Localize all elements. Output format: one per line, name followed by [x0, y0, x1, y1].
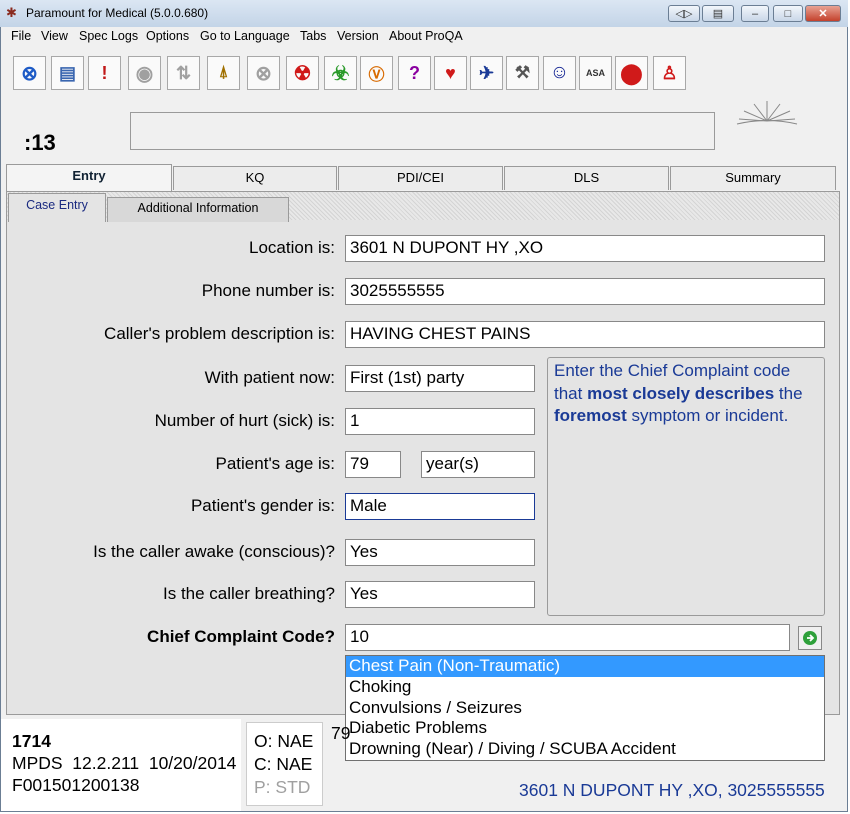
- file-number: F001501200138: [12, 775, 140, 795]
- hurt-count-field[interactable]: 1: [345, 408, 535, 435]
- chief-complaint-label: Chief Complaint Code?: [147, 627, 335, 646]
- problem-label: Caller's problem description is:: [104, 324, 335, 343]
- tab-entry[interactable]: Entry: [6, 164, 172, 192]
- radiation-icon[interactable]: ☢: [286, 56, 319, 90]
- menu-spec-logs[interactable]: Spec Logs: [79, 29, 138, 43]
- status-c: C: NAE: [254, 754, 313, 774]
- dropdown-option[interactable]: Diabetic Problems: [346, 718, 824, 739]
- person-pin-icon[interactable]: ⍋: [207, 56, 240, 90]
- instruction-text-2: the: [774, 383, 803, 403]
- status-o: O: NAE: [254, 731, 314, 751]
- hurt-count-label: Number of hurt (sick) is:: [154, 411, 335, 430]
- case-info-panel: 1714 MPDS 12.2.211 10/20/2014 F001501200…: [1, 719, 241, 811]
- close-circle-icon[interactable]: ⊗: [247, 56, 280, 90]
- message-box: [130, 112, 715, 150]
- menu-tabs[interactable]: Tabs: [300, 29, 326, 43]
- dropdown-option[interactable]: Choking: [346, 677, 824, 698]
- phone-label: Phone number is:: [201, 281, 335, 300]
- age-unit-field[interactable]: year(s): [421, 451, 535, 478]
- age-label: Patient's age is:: [215, 454, 335, 473]
- menu-go-to-language[interactable]: Go to Language: [200, 29, 290, 43]
- mpds-version: MPDS 12.2.211 10/20/2014: [12, 753, 237, 773]
- stop-icon[interactable]: ⬤: [615, 56, 648, 90]
- document-alert-icon[interactable]: !: [88, 56, 121, 90]
- tab-pdi-cei[interactable]: PDI/CEI: [338, 166, 503, 190]
- breathing-label: Is the caller breathing?: [163, 584, 335, 603]
- menu-file[interactable]: File: [11, 29, 31, 43]
- bottom-address: 3601 N DUPONT HY ,XO, 3025555555: [519, 780, 825, 800]
- awake-field[interactable]: Yes: [345, 539, 535, 566]
- aircraft-icon[interactable]: ✈: [470, 56, 503, 90]
- tab-kq[interactable]: KQ: [173, 166, 337, 190]
- restore-layout-icon[interactable]: ▤: [702, 5, 734, 22]
- gender-field[interactable]: Male: [345, 493, 535, 520]
- with-patient-field[interactable]: First (1st) party: [345, 365, 535, 392]
- heart-icon[interactable]: ♥: [434, 56, 467, 90]
- dropdown-option[interactable]: Convulsions / Seizures: [346, 698, 824, 719]
- menu-about[interactable]: About ProQA: [389, 29, 463, 43]
- smiley-icon[interactable]: ☺: [543, 56, 576, 90]
- tab-summary[interactable]: Summary: [670, 166, 836, 190]
- awake-label: Is the caller awake (conscious)?: [93, 542, 335, 561]
- dropdown-option[interactable]: Drowning (Near) / Diving / SCUBA Acciden…: [346, 739, 824, 760]
- sort-arrows-icon[interactable]: ⇅: [167, 56, 200, 90]
- call-timer: :13: [24, 130, 56, 155]
- chief-complaint-input[interactable]: 10: [345, 624, 790, 651]
- document-icon[interactable]: ▤: [51, 56, 84, 90]
- biohazard-icon[interactable]: ☣: [324, 56, 357, 90]
- person-icon[interactable]: ♙: [653, 56, 686, 90]
- menu-options[interactable]: Options: [146, 29, 189, 43]
- gender-label: Patient's gender is:: [190, 496, 335, 515]
- close-button[interactable]: ✕: [805, 5, 841, 22]
- snap-icon[interactable]: ◁▷: [668, 5, 700, 22]
- subtab-case-entry[interactable]: Case Entry: [8, 193, 106, 222]
- with-patient-label: With patient now:: [204, 368, 335, 387]
- arrow-right-icon: [803, 631, 817, 645]
- go-button[interactable]: [798, 626, 822, 650]
- instruction-panel: Enter the Chief Complaint code that most…: [547, 357, 825, 616]
- phone-field[interactable]: 3025555555: [345, 278, 825, 305]
- age-field[interactable]: 79: [345, 451, 401, 478]
- status-p: P: STD: [254, 777, 311, 797]
- tab-dls[interactable]: DLS: [504, 166, 669, 190]
- instruction-bold-1: most closely describes: [587, 383, 775, 403]
- v-badge-icon[interactable]: Ⓥ: [360, 56, 393, 90]
- app-logo-icon: ✱: [6, 5, 17, 20]
- dropdown-option[interactable]: Chest Pain (Non-Traumatic): [346, 656, 824, 677]
- target-icon[interactable]: ◉: [128, 56, 161, 90]
- case-id: 1714: [12, 731, 51, 751]
- menu-view[interactable]: View: [41, 29, 68, 43]
- menu-version[interactable]: Version: [337, 29, 379, 43]
- tools-icon[interactable]: ⚒: [506, 56, 539, 90]
- instruction-bold-2: foremost: [554, 406, 627, 425]
- sunburst-logo-icon: [736, 101, 798, 125]
- asa-icon[interactable]: ASA: [579, 56, 612, 90]
- window-title: Paramount for Medical (5.0.0.680): [26, 6, 209, 20]
- instruction-text-3: symptom or incident.: [626, 406, 789, 425]
- subtab-additional-information[interactable]: Additional Information: [107, 197, 289, 222]
- location-field[interactable]: 3601 N DUPONT HY ,XO: [345, 235, 825, 262]
- title-bar: ✱ Paramount for Medical (5.0.0.680) ◁▷ ▤…: [0, 0, 848, 27]
- partial-value: 79: [331, 723, 351, 743]
- location-label: Location is:: [249, 238, 335, 257]
- menu-bar: File View Spec Logs Options Go to Langua…: [1, 27, 847, 47]
- determinant-panel: O: NAE C: NAE P: STD: [246, 722, 323, 806]
- maximize-button[interactable]: □: [773, 5, 803, 22]
- minimize-button[interactable]: –: [741, 5, 769, 22]
- chief-complaint-dropdown[interactable]: Chest Pain (Non-Traumatic) Choking Convu…: [345, 655, 825, 761]
- breathing-field[interactable]: Yes: [345, 581, 535, 608]
- problem-field[interactable]: HAVING CHEST PAINS: [345, 321, 825, 348]
- cancel-icon[interactable]: ⊗: [13, 56, 46, 90]
- question-icon[interactable]: ?: [398, 56, 431, 90]
